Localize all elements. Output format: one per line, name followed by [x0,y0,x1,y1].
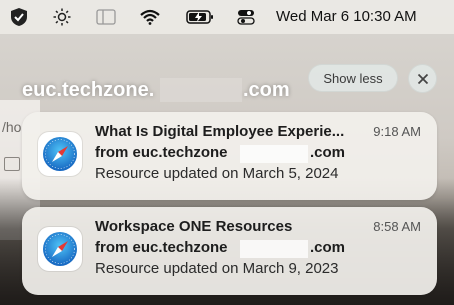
redacted-area [240,240,308,258]
safari-icon [38,227,82,271]
safari-icon [38,132,82,176]
sidebar-window-icon[interactable] [94,0,118,34]
wifi-icon[interactable] [138,0,162,34]
notification-source-suffix: .com [310,144,346,161]
show-less-button[interactable]: Show less [308,64,398,92]
control-center-icon[interactable] [235,0,257,34]
redacted-area [160,78,242,102]
notification-group-title: euc.techzone. [22,79,155,101]
notification-source: from euc.techzone [95,239,228,256]
vpn-shield-icon[interactable] [6,0,32,34]
redacted-area [240,145,308,163]
notification-source: from euc.techzone [95,144,228,161]
notification-time: 9:18 AM [373,124,421,139]
notification-time: 8:58 AM [373,219,421,234]
menu-bar: Wed Mar 6 10:30 AM [0,0,454,34]
background-address-text: /ho [2,119,22,135]
menu-bar-clock[interactable]: Wed Mar 6 10:30 AM [276,8,417,25]
notification-body: Resource updated on March 5, 2024 [95,165,339,182]
brightness-icon[interactable] [50,0,74,34]
notification-card[interactable]: Workspace ONE Resources 8:58 AM from euc… [22,207,437,295]
close-icon [417,73,428,84]
notification-title: What Is Digital Employee Experie... [95,123,345,140]
background-folder-icon [4,157,20,171]
notification-source-suffix: .com [310,239,346,256]
notification-body: Resource updated on March 9, 2023 [95,260,339,277]
notification-group-title-suffix: .com [243,79,290,101]
notification-card[interactable]: What Is Digital Employee Experie... 9:18… [22,112,437,200]
battery-charging-icon[interactable] [185,0,215,34]
notification-title: Workspace ONE Resources [95,218,293,235]
close-group-button[interactable] [408,64,437,93]
